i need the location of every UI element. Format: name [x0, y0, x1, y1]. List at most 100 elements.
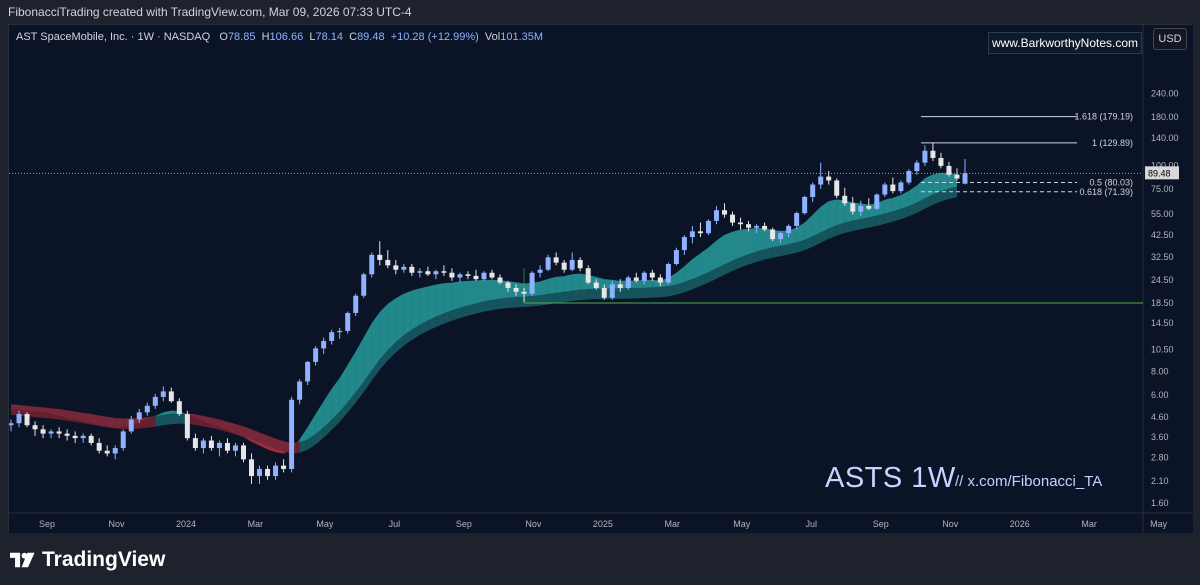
y-tick-label: 1.60: [1151, 498, 1169, 508]
candle-body: [329, 332, 335, 341]
candle-body: [232, 445, 238, 451]
tradingview-logo[interactable]: TradingView: [10, 548, 165, 572]
ema-ribbon-inner-segment: [740, 228, 749, 258]
ema-ribbon-inner-segment: [107, 416, 116, 429]
candle-body: [56, 431, 62, 434]
candle-body: [505, 282, 511, 288]
candle-body: [112, 448, 118, 454]
ema-ribbon-inner-segment: [828, 199, 837, 229]
fib-level-label: 1.618 (179.19): [1074, 112, 1133, 122]
x-tick-label: 2026: [1010, 519, 1030, 529]
x-tick-label: 2025: [593, 519, 613, 529]
candle-body: [657, 277, 663, 283]
candle-body: [353, 295, 359, 313]
ema-ribbon-inner-segment: [451, 281, 460, 311]
ema-ribbon-inner-segment: [732, 229, 741, 261]
candle-body: [433, 271, 439, 275]
ema-ribbon-inner-segment: [275, 438, 284, 454]
fib-level-label: 0.618 (71.39): [1079, 187, 1133, 197]
y-tick-label: 14.50: [1151, 318, 1174, 328]
attribution-text: FibonacciTrading created with TradingVie…: [8, 5, 412, 19]
ema-ribbon-inner-segment: [572, 273, 581, 291]
candle-body: [441, 271, 447, 273]
candle-body: [425, 271, 431, 275]
candle-body: [673, 250, 679, 264]
website-watermark: www.BarkworthyNotes.com: [988, 32, 1142, 54]
price-chart[interactable]: 240.00180.00140.00100.0075.0055.0042.503…: [9, 25, 1193, 533]
y-tick-label: 2.10: [1151, 476, 1169, 486]
last-price-label: 89.48: [1148, 168, 1171, 178]
x-tick-label: Mar: [1081, 519, 1097, 529]
author-handle: // x.com/Fibonacci_TA: [955, 473, 1103, 490]
candle-body: [457, 274, 463, 278]
candle-body: [874, 194, 880, 209]
candle-body: [16, 414, 22, 424]
x-tick-label: May: [316, 519, 334, 529]
candle-body: [721, 210, 727, 215]
y-tick-label: 75.00: [1151, 184, 1174, 194]
candle-body: [289, 399, 295, 469]
candle-body: [128, 419, 134, 432]
volume-value: 101.35M: [500, 31, 544, 43]
candle-body: [249, 459, 255, 477]
ema-ribbon-inner-segment: [716, 234, 725, 269]
candle-body: [681, 237, 687, 251]
y-tick-label: 32.50: [1151, 252, 1174, 262]
x-tick-label: Sep: [39, 519, 55, 529]
candle-body: [697, 231, 703, 234]
candle-body: [72, 435, 78, 439]
candle-body: [152, 396, 158, 406]
candle-body: [409, 266, 415, 273]
ema-ribbon-inner-segment: [483, 279, 493, 302]
candle-body: [866, 205, 872, 209]
symbol-title: AST SpaceMobile, Inc. · 1W · NASDAQ: [16, 31, 211, 43]
candle-body: [850, 203, 856, 212]
ema-ribbon-inner-segment: [548, 276, 557, 294]
x-tick-label: Nov: [525, 519, 542, 529]
candle-body: [192, 438, 198, 449]
ema-ribbon-inner-segment: [564, 274, 573, 292]
x-tick-label: May: [733, 519, 751, 529]
candle-body: [393, 265, 399, 270]
candle-body: [738, 222, 744, 225]
candle-body: [449, 272, 455, 278]
candle-body: [810, 184, 816, 197]
open-value: 78.85: [227, 31, 256, 43]
candle-body: [641, 272, 647, 281]
ema-ribbon-inner-segment: [11, 404, 20, 410]
candle-body: [922, 150, 928, 163]
x-tick-label: Sep: [456, 519, 472, 529]
ema-ribbon-inner-segment: [892, 195, 901, 212]
candle-body: [120, 431, 126, 449]
candle-body: [104, 450, 110, 454]
candle-body: [80, 435, 86, 439]
currency-button[interactable]: USD: [1153, 28, 1187, 50]
candle-body: [216, 442, 222, 449]
candle-body: [898, 182, 904, 192]
y-tick-label: 4.60: [1151, 412, 1169, 422]
high-label: H: [261, 31, 270, 43]
y-tick-label: 3.60: [1151, 432, 1169, 442]
ema-ribbon-inner-segment: [459, 280, 468, 308]
candle-body: [802, 196, 808, 214]
candle-body: [385, 259, 391, 266]
tradingview-logo-icon: [10, 552, 35, 568]
x-tick-label: 2024: [176, 519, 196, 529]
candle-body: [377, 254, 383, 260]
candle-body: [577, 259, 583, 269]
ema-ribbon-inner-segment: [115, 417, 124, 429]
chart-panel[interactable]: 240.00 180.00 140.00 100.00 75.00 55.00 42.50 3…: [8, 24, 1193, 533]
ema-ribbon-inner-segment: [467, 280, 476, 306]
symbol-legend: AST SpaceMobile, Inc. · 1W · NASDAQ O78.…: [16, 31, 543, 43]
ema-ribbon-inner-segment: [756, 228, 765, 252]
candle-body: [9, 423, 14, 426]
candle-body: [842, 195, 848, 204]
ema-ribbon-inner-segment: [27, 405, 36, 412]
candle-body: [136, 412, 142, 420]
open-label: O: [219, 31, 228, 43]
ema-ribbon-inner-segment: [387, 298, 396, 350]
candle-body: [561, 262, 567, 270]
candle-body: [601, 287, 607, 298]
candle-body: [88, 435, 94, 443]
candle-body: [168, 391, 174, 402]
